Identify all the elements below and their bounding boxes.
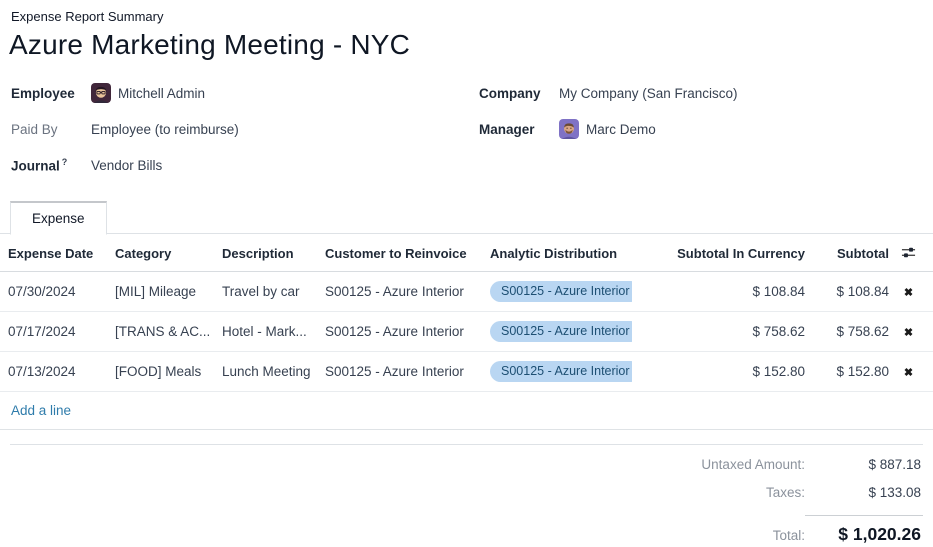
untaxed-amount-label: Untaxed Amount:	[701, 457, 805, 472]
manager-value[interactable]: Marc Demo	[586, 122, 656, 137]
delete-row-icon[interactable]: ✖	[904, 367, 913, 379]
cell-date[interactable]: 07/17/2024	[0, 312, 107, 352]
breadcrumb[interactable]: Expense Report Summary	[0, 0, 933, 24]
journal-label: Journal?	[11, 157, 91, 174]
taxes-value: $ 133.08	[805, 485, 923, 500]
cell-category[interactable]: [FOOD] Meals	[107, 352, 214, 392]
cell-subtotal[interactable]: $ 108.84	[810, 272, 894, 312]
cell-date[interactable]: 07/13/2024	[0, 352, 107, 392]
untaxed-amount-value: $ 887.18	[805, 457, 923, 472]
journal-value[interactable]: Vendor Bills	[91, 158, 162, 173]
col-description[interactable]: Description	[214, 234, 317, 272]
analytic-tag[interactable]: S00125 - Azure Interior	[490, 321, 632, 342]
cell-customer[interactable]: S00125 - Azure Interior	[317, 272, 482, 312]
expense-report-form: Expense Report Summary Azure Marketing M…	[0, 0, 933, 547]
cell-subtotal-currency[interactable]: $ 758.62	[632, 312, 810, 352]
table-header-row: Expense Date Category Description Custom…	[0, 234, 933, 272]
employee-avatar-icon	[91, 83, 111, 103]
employee-label: Employee	[11, 86, 91, 101]
total-label: Total:	[773, 528, 805, 543]
cell-subtotal[interactable]: $ 758.62	[810, 312, 894, 352]
paid-by-label: Paid By	[11, 122, 91, 137]
cell-category[interactable]: [MIL] Mileage	[107, 272, 214, 312]
table-row: 07/17/2024 [TRANS & AC... Hotel - Mark..…	[0, 312, 933, 352]
tab-expense[interactable]: Expense	[10, 201, 107, 235]
cell-analytic: S00125 - Azure Interior	[482, 272, 632, 312]
col-category[interactable]: Category	[107, 234, 214, 272]
totals-section: Untaxed Amount: $ 887.18 Taxes: $ 133.08…	[10, 444, 923, 547]
field-company: Company My Company (San Francisco)	[470, 75, 933, 111]
settings-adjust-icon[interactable]	[901, 245, 916, 260]
field-group: Employee Mitchell Admin Paid By	[0, 75, 933, 183]
field-paid-by: Paid By Employee (to reimburse)	[0, 111, 470, 147]
table-row: 07/30/2024 [MIL] Mileage Travel by car S…	[0, 272, 933, 312]
total-row: Total: $ 1,020.26	[773, 515, 923, 545]
company-label: Company	[479, 86, 559, 101]
paid-by-value[interactable]: Employee (to reimburse)	[91, 122, 239, 137]
company-value[interactable]: My Company (San Francisco)	[559, 86, 738, 101]
cell-customer[interactable]: S00125 - Azure Interior	[317, 312, 482, 352]
delete-row-icon[interactable]: ✖	[904, 287, 913, 299]
manager-label: Manager	[479, 122, 559, 137]
col-analytic[interactable]: Analytic Distribution	[482, 234, 632, 272]
col-subtotal[interactable]: Subtotal	[810, 234, 894, 272]
employee-value[interactable]: Mitchell Admin	[118, 86, 205, 101]
field-journal: Journal? Vendor Bills	[0, 147, 470, 183]
cell-analytic: S00125 - Azure Interior	[482, 352, 632, 392]
analytic-tag[interactable]: S00125 - Azure Interior	[490, 281, 632, 302]
table-row: 07/13/2024 [FOOD] Meals Lunch Meeting S0…	[0, 352, 933, 392]
col-customer[interactable]: Customer to Reinvoice	[317, 234, 482, 272]
total-value: $ 1,020.26	[805, 515, 923, 545]
help-icon[interactable]: ?	[62, 157, 68, 167]
cell-subtotal-currency[interactable]: $ 152.80	[632, 352, 810, 392]
page-title[interactable]: Azure Marketing Meeting - NYC	[0, 24, 933, 61]
field-employee: Employee Mitchell Admin	[0, 75, 470, 111]
cell-subtotal[interactable]: $ 152.80	[810, 352, 894, 392]
cell-description[interactable]: Hotel - Mark...	[214, 312, 317, 352]
field-column-right: Company My Company (San Francisco) Manag…	[470, 75, 933, 183]
cell-category[interactable]: [TRANS & AC...	[107, 312, 214, 352]
untaxed-amount-row: Untaxed Amount: $ 887.18	[701, 457, 923, 472]
cell-date[interactable]: 07/30/2024	[0, 272, 107, 312]
field-column-left: Employee Mitchell Admin Paid By	[0, 75, 470, 183]
cell-customer[interactable]: S00125 - Azure Interior	[317, 352, 482, 392]
cell-description[interactable]: Lunch Meeting	[214, 352, 317, 392]
cell-analytic: S00125 - Azure Interior	[482, 312, 632, 352]
cell-description[interactable]: Travel by car	[214, 272, 317, 312]
analytic-tag[interactable]: S00125 - Azure Interior	[490, 361, 632, 382]
add-a-line-link[interactable]: Add a line	[0, 392, 933, 430]
expense-lines-table: Expense Date Category Description Custom…	[0, 234, 933, 392]
col-subtotal-currency[interactable]: Subtotal In Currency	[632, 234, 810, 272]
delete-row-icon[interactable]: ✖	[904, 327, 913, 339]
manager-avatar-icon	[559, 119, 579, 139]
col-expense-date[interactable]: Expense Date	[0, 234, 107, 272]
cell-subtotal-currency[interactable]: $ 108.84	[632, 272, 810, 312]
taxes-row: Taxes: $ 133.08	[766, 485, 923, 500]
taxes-label: Taxes:	[766, 485, 805, 500]
field-manager: Manager Marc Demo	[470, 111, 933, 147]
notebook-tabs: Expense	[0, 200, 933, 234]
